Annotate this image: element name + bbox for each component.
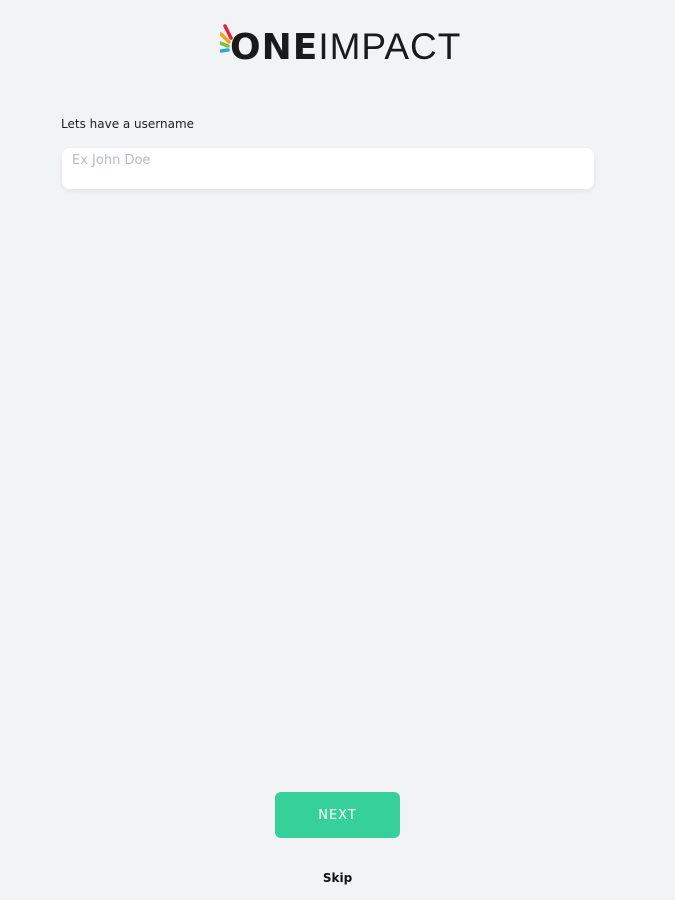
app-logo: ONEIMPACT bbox=[220, 16, 461, 68]
logo-rays-icon bbox=[220, 24, 233, 53]
username-label: Lets have a username bbox=[61, 117, 195, 131]
skip-link[interactable]: Skip bbox=[0, 871, 675, 885]
next-button[interactable]: NEXT bbox=[275, 792, 400, 838]
username-field-container bbox=[62, 148, 594, 189]
logo-wordmark: ONEIMPACT bbox=[230, 28, 461, 66]
username-input[interactable] bbox=[62, 148, 594, 189]
logo-text-impact: IMPACT bbox=[318, 26, 462, 67]
